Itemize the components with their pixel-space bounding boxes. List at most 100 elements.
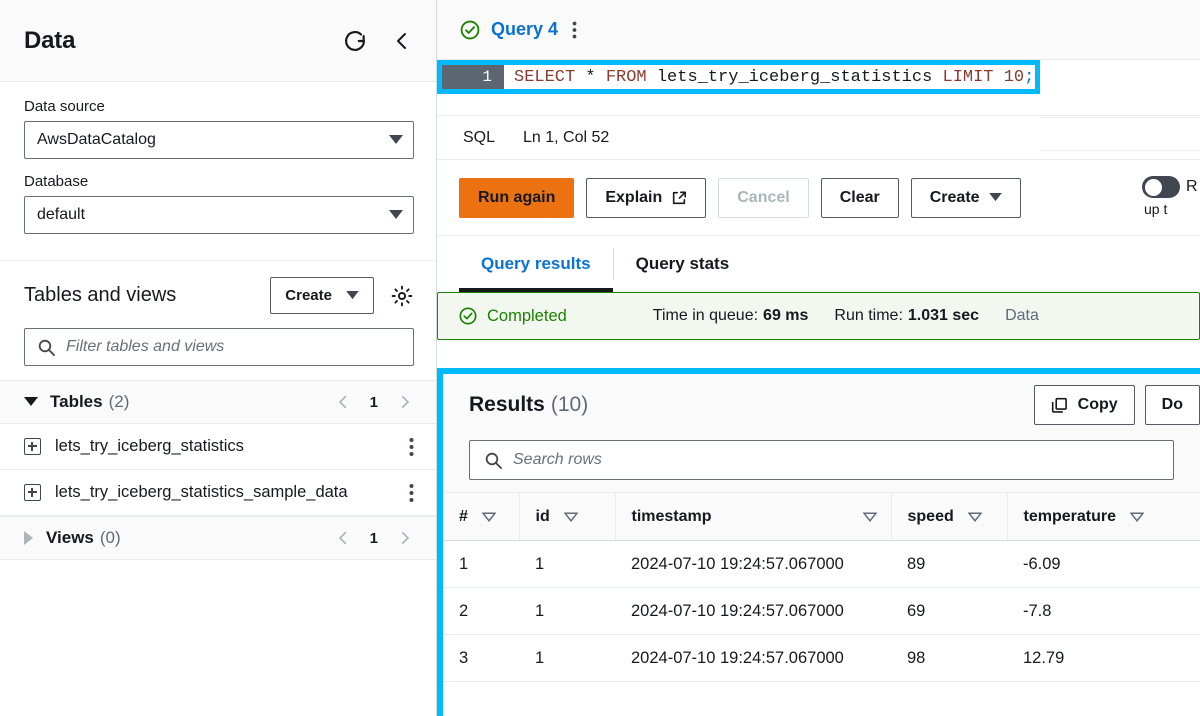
results-highlight-box: Results (10) Copy Do: [437, 368, 1200, 716]
expand-table-icon[interactable]: [24, 438, 41, 455]
auto-refresh-control: R up t: [1142, 176, 1200, 217]
editor-empty-space[interactable]: [437, 94, 1200, 116]
data-sidebar: Data Data source AwsDataCatalog: [0, 0, 437, 716]
metric-run-time: Run time:1.031 sec: [834, 307, 979, 325]
metric-run-time-value: 1.031 sec: [908, 307, 979, 324]
column-header-timestamp[interactable]: timestamp: [615, 493, 891, 541]
cell-speed: 98: [891, 635, 1007, 682]
table-options-icon[interactable]: [409, 437, 414, 457]
caret-down-icon: [346, 291, 359, 300]
cell-speed: 89: [891, 541, 1007, 588]
database-select[interactable]: default: [24, 196, 414, 234]
table-row[interactable]: 1 1 2024-07-10 19:24:57.067000 89 -6.09: [443, 541, 1200, 588]
create-table-button[interactable]: Create: [270, 277, 374, 314]
sort-icon[interactable]: [564, 512, 578, 522]
group-header-views[interactable]: Views (0) 1: [0, 516, 436, 560]
table-list-item[interactable]: lets_try_iceberg_statistics_sample_data: [0, 470, 436, 516]
sort-icon[interactable]: [863, 512, 877, 522]
results-table: # id: [443, 492, 1200, 682]
clear-button[interactable]: Clear: [821, 178, 899, 218]
table-row[interactable]: 3 1 2024-07-10 19:24:57.067000 98 12.79: [443, 635, 1200, 682]
sql-code-line-highlighted[interactable]: 1 SELECT * FROM lets_try_iceberg_statist…: [437, 60, 1040, 94]
status-success-icon: [458, 306, 478, 326]
next-page-icon[interactable]: [396, 529, 414, 547]
table-name: lets_try_iceberg_statistics: [55, 437, 244, 456]
explain-label: Explain: [605, 189, 662, 207]
expand-table-icon[interactable]: [24, 484, 41, 501]
results-actions: Copy Do: [1034, 385, 1200, 425]
column-header-speed[interactable]: speed: [891, 493, 1007, 541]
tables-and-views-title: Tables and views: [24, 284, 176, 307]
tab-query-stats[interactable]: Query stats: [614, 236, 752, 292]
tab-query-results[interactable]: Query results: [459, 236, 613, 292]
download-button[interactable]: Do: [1145, 385, 1200, 425]
query-tab-bar: Query 4: [437, 0, 1200, 60]
cell-id: 1: [519, 635, 615, 682]
metric-time-in-queue-value: 69 ms: [763, 307, 808, 324]
results-table-body: 1 1 2024-07-10 19:24:57.067000 89 -6.09 …: [443, 541, 1200, 682]
auto-refresh-toggle-row: R: [1142, 176, 1198, 198]
search-rows-input[interactable]: [513, 451, 1159, 469]
column-label-timestamp: timestamp: [632, 508, 712, 526]
table-list-item[interactable]: lets_try_iceberg_statistics: [0, 424, 436, 470]
cell-speed: 69: [891, 588, 1007, 635]
table-row[interactable]: 2 1 2024-07-10 19:24:57.067000 69 -7.8: [443, 588, 1200, 635]
create-button[interactable]: Create: [911, 178, 1021, 218]
data-source-select[interactable]: AwsDataCatalog: [24, 121, 414, 159]
metric-time-in-queue: Time in queue:69 ms: [653, 307, 809, 325]
column-label-id: id: [536, 508, 550, 526]
query-tab-name[interactable]: Query 4: [491, 19, 558, 40]
page-title: Data: [24, 27, 75, 55]
cell-index: 1: [443, 541, 519, 588]
editor-cursor-position: Ln 1, Col 52: [523, 129, 609, 147]
editor-language: SQL: [463, 129, 495, 147]
sort-icon[interactable]: [1130, 512, 1144, 522]
caret-down-icon: [389, 135, 403, 145]
refresh-icon[interactable]: [342, 28, 368, 54]
collapse-panel-icon[interactable]: [390, 29, 414, 53]
cell-id: 1: [519, 588, 615, 635]
editor-toolbar: Run again Explain Cancel Clear Create: [437, 160, 1200, 236]
sort-icon[interactable]: [482, 512, 496, 522]
results-title: Results: [469, 393, 545, 417]
query-metrics: Time in queue:69 ms Run time:1.031 sec D…: [653, 307, 1039, 325]
data-source-label: Data source: [24, 98, 414, 115]
column-header-id[interactable]: id: [519, 493, 615, 541]
search-icon: [484, 451, 503, 470]
cell-timestamp: 2024-07-10 19:24:57.067000: [615, 541, 891, 588]
cell-temperature: -6.09: [1007, 541, 1200, 588]
sql-code-text[interactable]: SELECT * FROM lets_try_iceberg_statistic…: [504, 65, 1035, 89]
previous-page-icon[interactable]: [334, 393, 352, 411]
caret-down-icon: [389, 210, 403, 220]
filter-tables-input[interactable]: [66, 338, 401, 356]
next-page-icon[interactable]: [396, 393, 414, 411]
group-count-tables: (2): [109, 392, 130, 412]
column-header-index[interactable]: #: [443, 493, 519, 541]
previous-page-icon[interactable]: [334, 529, 352, 547]
table-options-icon[interactable]: [409, 483, 414, 503]
caret-down-icon[interactable]: [24, 397, 38, 407]
auto-refresh-toggle[interactable]: [1142, 176, 1180, 198]
tables-and-views-header: Tables and views Create: [0, 261, 436, 324]
filter-tables-box[interactable]: [24, 328, 414, 366]
column-header-temperature[interactable]: temperature: [1007, 493, 1200, 541]
cell-timestamp: 2024-07-10 19:24:57.067000: [615, 635, 891, 682]
query-editor-main: Query 4 1 SELECT * FROM lets_try_iceberg…: [437, 0, 1200, 716]
query-tab-options-icon[interactable]: [572, 20, 577, 40]
run-again-button[interactable]: Run again: [459, 178, 574, 218]
caret-right-icon[interactable]: [24, 531, 34, 545]
search-rows-box[interactable]: [469, 440, 1174, 480]
tables-pagination: 1: [334, 393, 414, 411]
create-table-label: Create: [285, 287, 332, 304]
explain-button[interactable]: Explain: [586, 178, 706, 218]
tables-page-number: 1: [370, 394, 378, 411]
group-header-tables[interactable]: Tables (2) 1: [0, 380, 436, 424]
sort-icon[interactable]: [968, 512, 982, 522]
copy-button[interactable]: Copy: [1034, 385, 1135, 425]
cell-temperature: -7.8: [1007, 588, 1200, 635]
gear-icon[interactable]: [390, 284, 414, 308]
caret-down-icon: [989, 193, 1002, 202]
toggle-knob: [1145, 179, 1162, 196]
search-icon: [37, 338, 56, 357]
auto-refresh-label: R: [1186, 178, 1198, 196]
